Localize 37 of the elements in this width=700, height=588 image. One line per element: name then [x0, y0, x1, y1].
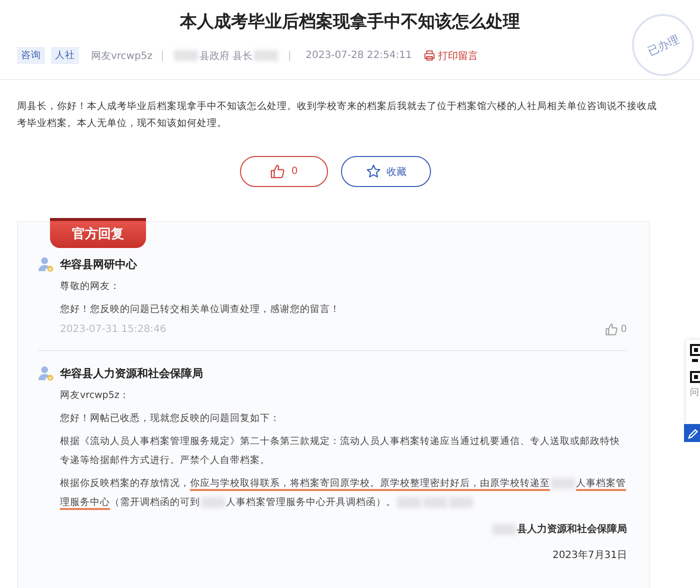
reply-text: 尊敬的网友： [60, 281, 120, 292]
redacted-block [551, 478, 575, 489]
pencil-icon [688, 428, 699, 438]
reply-text: （需开调档函的可到 [110, 497, 200, 508]
author-name: 网友vrcwp5z [91, 50, 152, 62]
signature-text: 县人力资源和社会保障局 [517, 522, 627, 536]
organization-name: 华容县网研中心 [60, 257, 137, 272]
organization-name: 华容县人力资源和社会保障局 [60, 366, 203, 381]
post-time: 2023-07-28 22:54:11 [306, 50, 412, 61]
reply-text: 网友vrcwp5z： [60, 390, 130, 401]
like-button[interactable]: 0 [240, 156, 328, 187]
user-icon [38, 256, 55, 273]
printer-icon [424, 50, 435, 61]
reply-text: 根据《流动人员人事档案管理服务规定》第二十条第三款规定：流动人员人事档案转递应当通过机要通信、专人送取或邮政特快专递等给据邮件方式进行。严禁个人自带档案。 [60, 436, 620, 466]
reply-time: 2023-07-31 15:28:46 [60, 324, 166, 335]
official-reply-banner: 官方回复 [50, 218, 146, 248]
category-tag[interactable]: 人社 [51, 47, 79, 64]
category-tag[interactable]: 咨询 [17, 47, 45, 64]
recipient-name: 县政府 县长 [199, 50, 253, 62]
reply-text: 人事档案管理服务中心开具调档函）。 [226, 497, 396, 508]
favorite-button[interactable]: 收藏 [341, 156, 431, 187]
qr-caption: 问 [690, 386, 699, 399]
user-icon [38, 365, 55, 382]
print-link[interactable]: 打印留言 [424, 48, 478, 62]
thumbs-up-icon [604, 323, 618, 336]
redacted-block [174, 50, 198, 61]
question-text: 周县长，你好！本人成考毕业后档案现拿手中不知该怎么处理。收到学校寄来的档案后我就去了位于档案馆六楼的人社局相关单位咨询说不接收成考毕业档案。本人无单位，现不知该如何处理。 [17, 100, 657, 131]
reply-date: 2023年7月31日 [551, 549, 627, 562]
reply-text: 根据你反映档案的存放情况， [60, 478, 190, 489]
star-icon [366, 164, 380, 179]
page-title: 本人成考毕业后档案现拿手中不知该怎么处理 [178, 11, 521, 33]
reply-text: 你应与学校取得联系，将档案寄回原学校。原学校整理密封好后，由原学校转递至 [190, 478, 550, 491]
reply-text: 您好！您反映的问题已转交相关单位调查处理，感谢您的留言！ [60, 304, 340, 315]
stamp-text: 已办理 [644, 31, 682, 59]
reply-text: 您好！网帖已收悉，现就您反映的问题回复如下： [60, 413, 280, 424]
redacted-block [254, 50, 278, 61]
thumbs-up-icon [270, 164, 286, 179]
